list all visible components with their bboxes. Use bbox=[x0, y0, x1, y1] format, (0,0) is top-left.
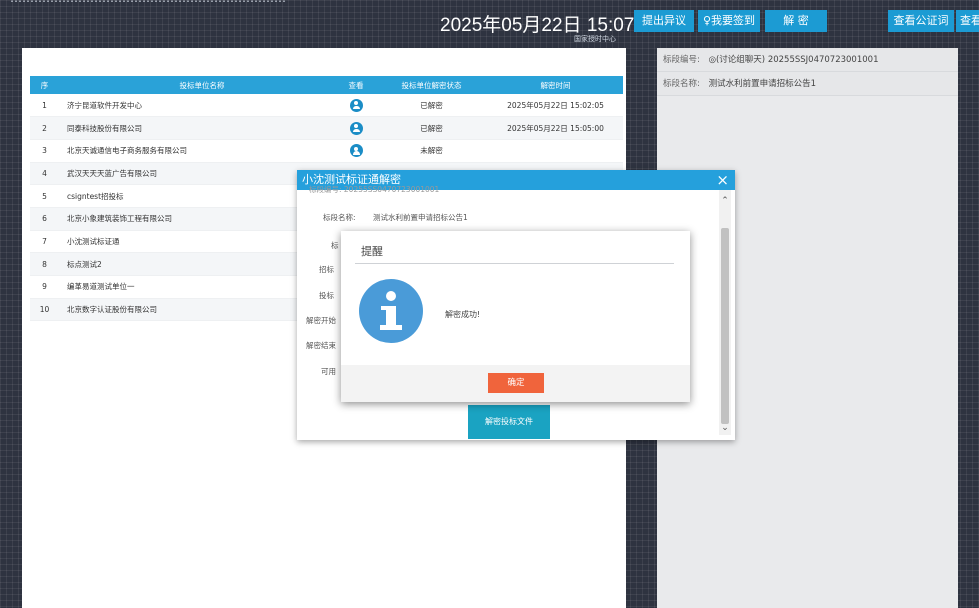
raise-objection-button[interactable]: 提出异议 bbox=[634, 10, 694, 32]
dialog-row-label: 可用 bbox=[321, 367, 336, 376]
dialog-row-label: 解密开始 bbox=[306, 316, 336, 325]
marquee-text: …………………………………………………………… bbox=[10, 0, 430, 4]
decrypt-time: 2025年05月22日 15:02:05 bbox=[488, 94, 623, 118]
alert-title: 提醒 bbox=[361, 245, 383, 258]
bidder-name: 武汉天天天蓝广告有限公司 bbox=[59, 162, 337, 186]
scroll-up-icon[interactable]: ⌃ bbox=[720, 196, 730, 206]
alert-footer: 确定 bbox=[341, 365, 690, 402]
header-bidder-name: 投标单位名称 bbox=[59, 76, 337, 94]
view-more-button[interactable]: 查看 bbox=[956, 10, 979, 32]
header-decrypt-time: 解密时间 bbox=[488, 76, 623, 94]
bidder-name: 编革易道测试单位一 bbox=[59, 275, 337, 299]
dialog-row-label: 标 bbox=[331, 241, 339, 250]
alert-divider bbox=[355, 263, 674, 264]
header-index: 序 bbox=[30, 76, 59, 94]
dialog-row-label: 招标 bbox=[319, 265, 334, 274]
info-icon bbox=[359, 279, 423, 343]
section-name-value: 测试水利前置申请招标公告1 bbox=[708, 79, 816, 89]
row-index: 10 bbox=[30, 298, 59, 322]
table-row: 2 同泰科技股份有限公司 已解密 2025年05月22日 15:05:00 bbox=[30, 116, 623, 140]
bidder-name: 小沈测试标证通 bbox=[59, 230, 337, 254]
dialog-scrollbar[interactable]: ⌃ ⌄ bbox=[719, 190, 731, 435]
ok-button[interactable]: 确定 bbox=[488, 373, 544, 393]
header-decrypt-status: 投标单位解密状态 bbox=[375, 76, 488, 94]
close-icon[interactable]: × bbox=[716, 171, 729, 189]
section-name-row: 标段名称: 测试水利前置申请招标公告1 bbox=[657, 72, 958, 96]
user-icon[interactable] bbox=[349, 121, 363, 135]
section-code-row: 标段编号: ◎(讨论组聊天) 20255SSJ0470723001001 bbox=[657, 48, 958, 72]
alert-message: 解密成功! bbox=[445, 310, 481, 319]
user-icon[interactable] bbox=[349, 144, 363, 158]
decrypt-time: 2025年05月22日 15:05:00 bbox=[488, 116, 623, 140]
row-index: 4 bbox=[30, 162, 59, 186]
dialog-section-name-label: 标段名称: bbox=[323, 213, 356, 222]
row-index: 1 bbox=[30, 94, 59, 118]
scroll-down-icon[interactable]: ⌄ bbox=[720, 423, 730, 433]
dialog-section-name-value: 测试水利前置申请招标公告1 bbox=[373, 213, 468, 222]
decrypt-status: 未解密 bbox=[375, 139, 488, 163]
bidder-name: 标点测试2 bbox=[59, 252, 337, 276]
section-code-label: 标段编号: bbox=[663, 55, 700, 65]
row-index: 8 bbox=[30, 252, 59, 276]
dialog-row-label: 解密结束 bbox=[306, 341, 336, 350]
bidder-name: 北京天诚通信电子商务服务有限公司 bbox=[59, 139, 337, 163]
row-index: 5 bbox=[30, 184, 59, 208]
row-index: 6 bbox=[30, 207, 59, 231]
decrypt-time bbox=[488, 139, 623, 163]
alert-dialog: 提醒 解密成功! 确定 bbox=[341, 231, 690, 402]
section-name-label: 标段名称: bbox=[663, 79, 700, 89]
section-code-value: ◎(讨论组聊天) 20255SSJ0470723001001 bbox=[708, 55, 879, 65]
bidder-name: 济宁昆道软件开发中心 bbox=[59, 94, 337, 118]
table-row: 3 北京天诚通信电子商务服务有限公司 未解密 bbox=[30, 139, 623, 163]
decrypt-status: 已解密 bbox=[375, 94, 488, 118]
dialog-section-code: 标段编号: 20255SS0470723001001 bbox=[309, 185, 440, 194]
header-view: 查看 bbox=[337, 76, 375, 94]
bidder-name: 同泰科技股份有限公司 bbox=[59, 116, 337, 140]
bidder-name: csigntest招投标 bbox=[59, 184, 337, 208]
view-cell[interactable] bbox=[337, 139, 375, 163]
view-notary-button[interactable]: 查看公证词 bbox=[888, 10, 954, 32]
view-cell[interactable] bbox=[337, 116, 375, 140]
row-index: 9 bbox=[30, 275, 59, 299]
decrypt-status: 已解密 bbox=[375, 116, 488, 140]
bidder-name: 北京小象建筑装饰工程有限公司 bbox=[59, 207, 337, 231]
row-index: 3 bbox=[30, 139, 59, 163]
clock-source: 国家授时中心 bbox=[574, 35, 616, 43]
user-icon[interactable] bbox=[349, 98, 363, 112]
table-row: 1 济宁昆道软件开发中心 已解密 2025年05月22日 15:02:05 bbox=[30, 94, 623, 118]
top-bar: …………………………………………………………… 2025年05月22日 15:0… bbox=[0, 0, 979, 44]
scrollbar-thumb[interactable] bbox=[721, 228, 729, 424]
dialog-row-label: 投标 bbox=[319, 291, 334, 300]
decrypt-bid-file-button[interactable]: 解密投标文件 bbox=[468, 405, 550, 439]
row-index: 7 bbox=[30, 230, 59, 254]
view-cell[interactable] bbox=[337, 94, 375, 118]
sign-in-button[interactable]: ♀我要签到 bbox=[698, 10, 760, 32]
row-index: 2 bbox=[30, 116, 59, 140]
decrypt-button[interactable]: 解 密 bbox=[765, 10, 827, 32]
table-header-row: 序 投标单位名称 查看 投标单位解密状态 解密时间 bbox=[30, 76, 623, 94]
server-clock: 2025年05月22日 15:07:36 bbox=[440, 15, 661, 36]
bidder-name: 北京数字认证股份有限公司 bbox=[59, 298, 337, 322]
